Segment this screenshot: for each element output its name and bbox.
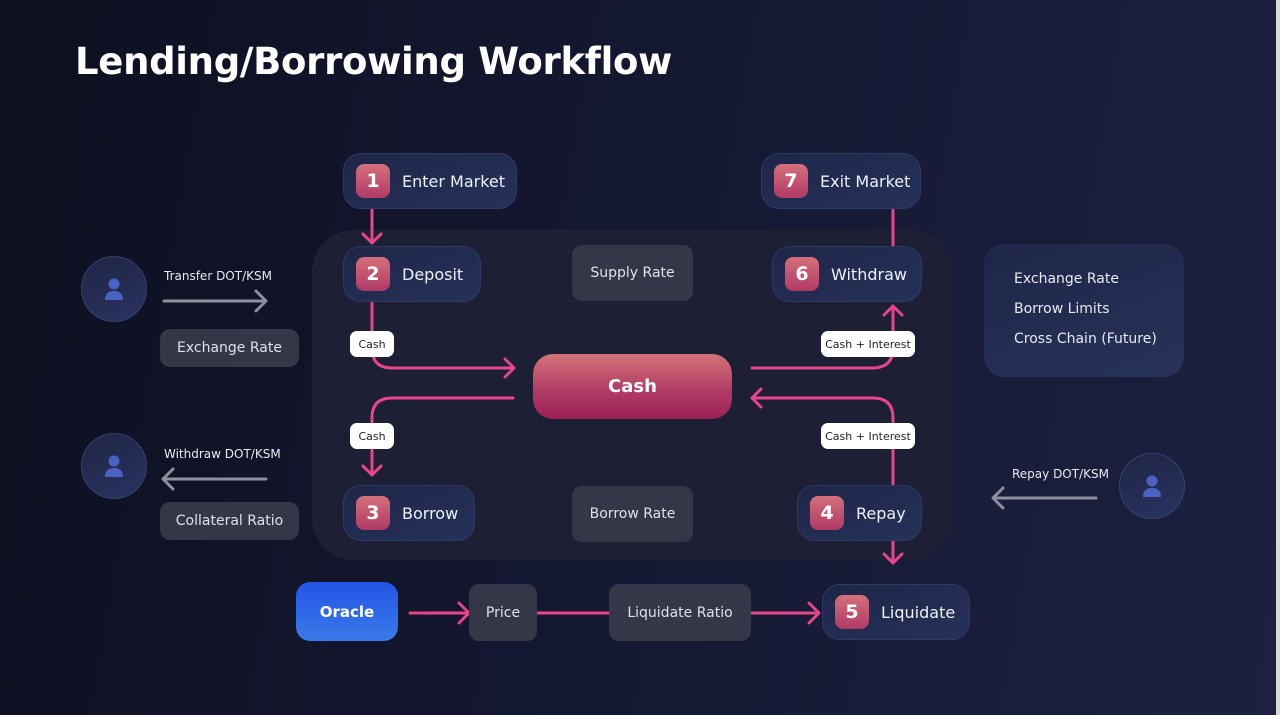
- withdraw-user-label: Withdraw DOT/KSM: [164, 447, 281, 461]
- step-label: Borrow: [402, 503, 459, 523]
- exchange-rate-box: Exchange Rate: [160, 329, 299, 367]
- step-number-badge: 6: [785, 257, 819, 291]
- user-avatar-transfer: [81, 256, 147, 322]
- step-number-badge: 7: [774, 164, 808, 198]
- step-label: Exit Market: [820, 171, 911, 191]
- step-borrow[interactable]: 3 Borrow: [343, 485, 475, 541]
- step-number-badge: 5: [835, 595, 869, 629]
- step-label: Withdraw: [831, 264, 907, 284]
- user-icon: [105, 278, 123, 300]
- user-icon: [1143, 475, 1161, 497]
- arrow-oracle-to-price: [408, 601, 471, 625]
- arrow-ratio-to-liquidate: [749, 601, 821, 625]
- oracle-node[interactable]: Oracle: [296, 582, 398, 641]
- arrow-enter-to-deposit: [361, 208, 383, 245]
- supply-rate-box: Supply Rate: [572, 245, 693, 301]
- repay-user-label: Repay DOT/KSM: [1012, 467, 1109, 481]
- step-label: Enter Market: [402, 171, 506, 191]
- user-avatar-repay: [1119, 453, 1185, 519]
- info-item: Borrow Limits: [1014, 301, 1110, 317]
- step-label: Deposit: [402, 264, 464, 284]
- step-number-badge: 2: [356, 257, 390, 291]
- price-box: Price: [469, 584, 537, 641]
- arrow-withdraw-user: [161, 467, 268, 491]
- step-number-badge: 1: [356, 164, 390, 198]
- borrow-rate-box: Borrow Rate: [572, 486, 693, 542]
- step-number-badge: 3: [356, 496, 390, 530]
- step-label: Repay: [856, 503, 906, 523]
- transfer-label: Transfer DOT/KSM: [164, 269, 272, 283]
- cash-pool[interactable]: Cash: [533, 354, 732, 419]
- flow-label-withdraw: Cash + Interest: [821, 331, 915, 357]
- flow-label-deposit-cash: Cash: [350, 331, 394, 357]
- arrow-repay-user: [991, 486, 1098, 510]
- flow-label-repay: Cash + Interest: [821, 423, 915, 449]
- step-withdraw[interactable]: 6 Withdraw: [772, 246, 922, 302]
- step-deposit[interactable]: 2 Deposit: [343, 246, 481, 302]
- step-exit-market[interactable]: 7 Exit Market: [761, 153, 921, 209]
- step-label: Liquidate: [881, 602, 956, 622]
- liquidate-ratio-box: Liquidate Ratio: [609, 584, 751, 641]
- step-enter-market[interactable]: 1 Enter Market: [343, 153, 517, 209]
- info-item: Exchange Rate: [1014, 271, 1119, 287]
- info-box: Exchange Rate Borrow Limits Cross Chain …: [984, 244, 1184, 377]
- step-number-badge: 4: [810, 496, 844, 530]
- user-icon: [105, 455, 123, 477]
- step-liquidate[interactable]: 5 Liquidate: [822, 584, 970, 640]
- arrow-transfer: [162, 289, 268, 313]
- flow-label-borrow-cash: Cash: [350, 423, 394, 449]
- collateral-ratio-box: Collateral Ratio: [160, 502, 299, 540]
- step-repay[interactable]: 4 Repay: [797, 485, 922, 541]
- user-avatar-withdraw: [81, 433, 147, 499]
- info-item: Cross Chain (Future): [1014, 331, 1157, 347]
- arrow-repay-to-liquidate: [882, 539, 904, 565]
